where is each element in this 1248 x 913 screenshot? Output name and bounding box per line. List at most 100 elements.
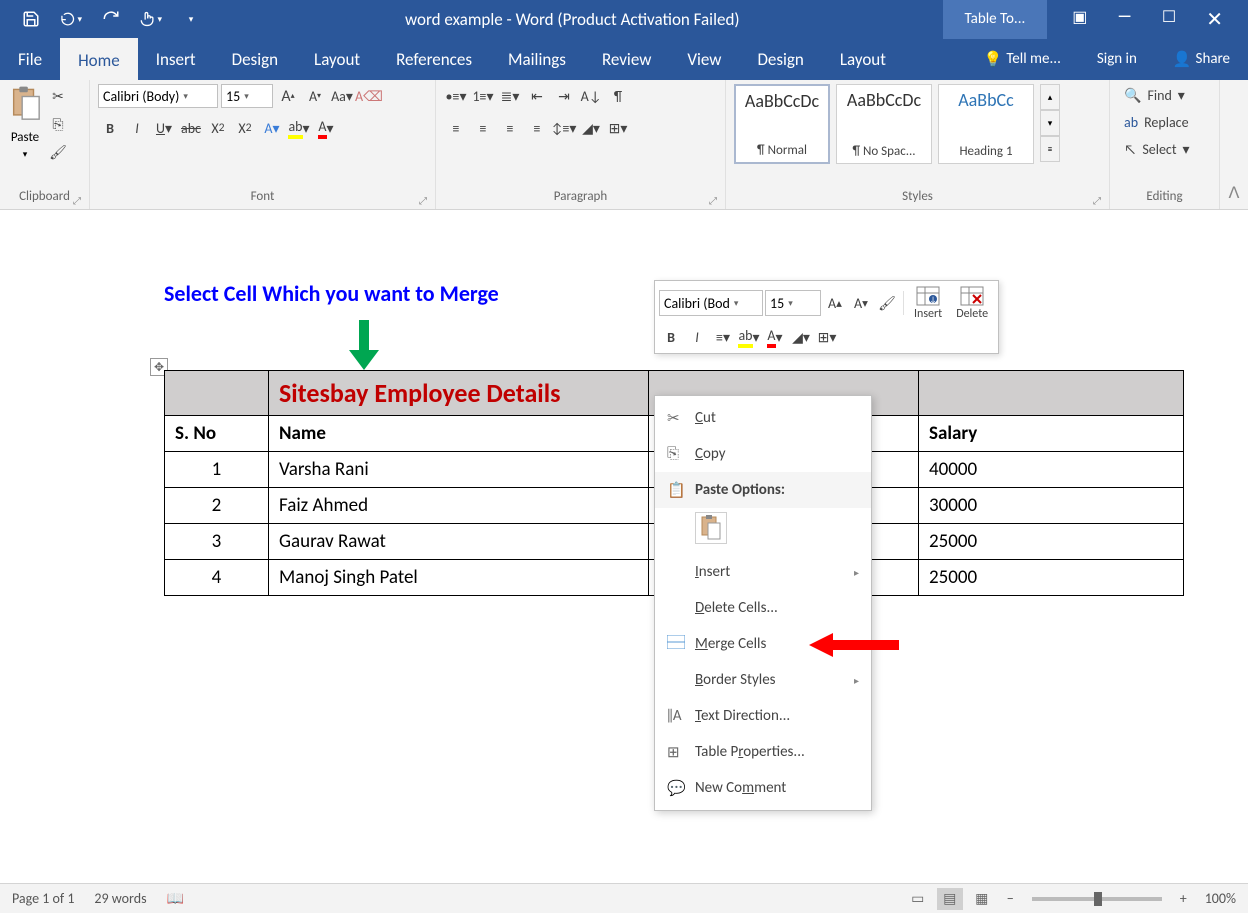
save-icon[interactable]: [20, 8, 42, 30]
shading-icon[interactable]: ◢▾: [579, 116, 603, 140]
tab-home[interactable]: Home: [60, 38, 138, 80]
clipboard-launcher-icon[interactable]: ⤢: [73, 194, 81, 207]
font-name-combo[interactable]: Calibri (Body)▾: [98, 84, 218, 108]
mini-grow-font-icon[interactable]: A▴: [823, 291, 847, 315]
mini-highlight-icon[interactable]: ab▾: [737, 325, 761, 349]
redo-icon[interactable]: [100, 8, 122, 30]
tab-view[interactable]: View: [669, 38, 739, 80]
mini-size-combo[interactable]: 15▾: [765, 290, 821, 316]
ctx-copy[interactable]: ⎘Copy: [655, 436, 871, 472]
paragraph-launcher-icon[interactable]: ⤢: [709, 194, 717, 207]
tab-file[interactable]: File: [0, 38, 60, 80]
ctx-insert[interactable]: Insert▸: [655, 554, 871, 590]
zoom-level[interactable]: 100%: [1205, 890, 1236, 907]
status-page[interactable]: Page 1 of 1: [12, 890, 74, 907]
touch-mode-icon[interactable]: ▾: [140, 8, 162, 30]
minimize-icon[interactable]: —: [1117, 7, 1131, 32]
tab-insert[interactable]: Insert: [138, 38, 214, 80]
clear-format-icon[interactable]: A⌫: [357, 84, 381, 108]
increase-indent-icon[interactable]: ⇥: [552, 84, 576, 108]
mini-insert-button[interactable]: ↓Insert: [908, 285, 948, 321]
strikethrough-button[interactable]: abc: [179, 116, 203, 140]
ctx-cut[interactable]: ✂CuCutt: [655, 400, 871, 436]
show-marks-icon[interactable]: ¶: [606, 84, 630, 108]
line-spacing-icon[interactable]: ↕≡▾: [552, 116, 576, 140]
decrease-indent-icon[interactable]: ⇤: [525, 84, 549, 108]
mini-shading-icon[interactable]: ◢▾: [789, 325, 813, 349]
mini-delete-button[interactable]: Delete: [950, 285, 994, 321]
zoom-in-button[interactable]: +: [1174, 890, 1193, 907]
ctx-new-comment[interactable]: 💬New Comment: [655, 770, 871, 806]
underline-button[interactable]: U▾: [152, 116, 176, 140]
grow-font-icon[interactable]: A▴: [276, 84, 300, 108]
tab-table-design[interactable]: Design: [739, 38, 821, 80]
tab-mailings[interactable]: Mailings: [490, 38, 584, 80]
mini-borders-icon[interactable]: ⊞▾: [815, 325, 839, 349]
tell-me-search[interactable]: 💡Tell me...: [966, 38, 1079, 80]
highlight-color-icon[interactable]: ab▾: [287, 116, 311, 140]
share-button[interactable]: 👤Share: [1155, 38, 1248, 80]
italic-button[interactable]: I: [125, 116, 149, 140]
mini-shrink-font-icon[interactable]: A▾: [849, 291, 873, 315]
multilevel-icon[interactable]: ≣▾: [498, 84, 522, 108]
ctx-table-properties[interactable]: ⊞Table Properties...: [655, 734, 871, 770]
document-page[interactable]: Select Cell Which you want to Merge ✥ Si…: [54, 230, 1194, 260]
header-sno[interactable]: S. No: [165, 416, 269, 452]
status-proofing-icon[interactable]: 📖: [167, 890, 184, 907]
tab-layout[interactable]: Layout: [296, 38, 378, 80]
numbering-icon[interactable]: 1≡▾: [471, 84, 495, 108]
tab-design[interactable]: Design: [214, 38, 296, 80]
style-heading-1[interactable]: AaBbCc Heading 1: [938, 84, 1034, 164]
ctx-text-direction[interactable]: ‖AText Direction...: [655, 698, 871, 734]
replace-button[interactable]: abReplace: [1118, 111, 1196, 134]
view-web-layout-icon[interactable]: ▦: [969, 888, 995, 910]
mini-font-color-icon[interactable]: A▾: [763, 325, 787, 349]
font-color-icon[interactable]: A▾: [314, 116, 338, 140]
text-effects-icon[interactable]: A▾: [260, 116, 284, 140]
style-no-spacing[interactable]: AaBbCcDc ¶ No Spac...: [836, 84, 932, 164]
font-launcher-icon[interactable]: ⤢: [419, 194, 427, 207]
qat-customize-icon[interactable]: ▾: [180, 8, 202, 30]
style-normal[interactable]: AaBbCcDc ¶ Normal: [734, 84, 830, 164]
sign-in-button[interactable]: Sign in: [1079, 38, 1155, 80]
cut-icon[interactable]: ✂: [46, 84, 70, 108]
paste-button[interactable]: Paste ▾: [8, 84, 42, 160]
select-button[interactable]: ↖Select ▾: [1118, 138, 1196, 161]
table-title-cell[interactable]: Sitesbay Employee Details: [269, 371, 649, 416]
ribbon-display-icon[interactable]: ▣: [1072, 7, 1087, 32]
collapse-ribbon-icon[interactable]: ᐱ: [1229, 183, 1240, 203]
tab-review[interactable]: Review: [584, 38, 669, 80]
paste-option-keep-source[interactable]: [695, 512, 727, 544]
subscript-button[interactable]: X2: [206, 116, 230, 140]
zoom-slider[interactable]: [1032, 897, 1162, 901]
zoom-out-button[interactable]: −: [1001, 890, 1020, 907]
align-center-icon[interactable]: ≡: [471, 116, 495, 140]
header-salary[interactable]: Salary: [919, 416, 1184, 452]
change-case-icon[interactable]: Aa▾: [330, 84, 354, 108]
tab-table-layout[interactable]: Layout: [822, 38, 904, 80]
styles-gallery-more[interactable]: ▴▾≡: [1040, 84, 1060, 162]
close-icon[interactable]: ✕: [1206, 7, 1223, 32]
header-name[interactable]: Name: [269, 416, 649, 452]
mini-italic-button[interactable]: I: [685, 325, 709, 349]
mini-format-painter-icon[interactable]: 🖌: [875, 291, 899, 315]
view-read-mode-icon[interactable]: ▭: [905, 888, 931, 910]
bold-button[interactable]: B: [98, 116, 122, 140]
view-print-layout-icon[interactable]: ▤: [937, 888, 963, 910]
align-right-icon[interactable]: ≡: [498, 116, 522, 140]
superscript-button[interactable]: X2: [233, 116, 257, 140]
status-words[interactable]: 29 words: [94, 890, 146, 907]
mini-align-icon[interactable]: ≡▾: [711, 325, 735, 349]
maximize-icon[interactable]: ☐: [1162, 7, 1176, 32]
styles-launcher-icon[interactable]: ⤢: [1093, 194, 1101, 207]
shrink-font-icon[interactable]: A▾: [303, 84, 327, 108]
table-tools-context-tab[interactable]: Table To...: [943, 0, 1048, 39]
bullets-icon[interactable]: •≡▾: [444, 84, 468, 108]
justify-icon[interactable]: ≡: [525, 116, 549, 140]
align-left-icon[interactable]: ≡: [444, 116, 468, 140]
ctx-border-styles[interactable]: Border Styles▸: [655, 662, 871, 698]
sort-icon[interactable]: A↓: [579, 84, 603, 108]
tab-references[interactable]: References: [378, 38, 490, 80]
mini-bold-button[interactable]: B: [659, 325, 683, 349]
borders-icon[interactable]: ⊞▾: [606, 116, 630, 140]
